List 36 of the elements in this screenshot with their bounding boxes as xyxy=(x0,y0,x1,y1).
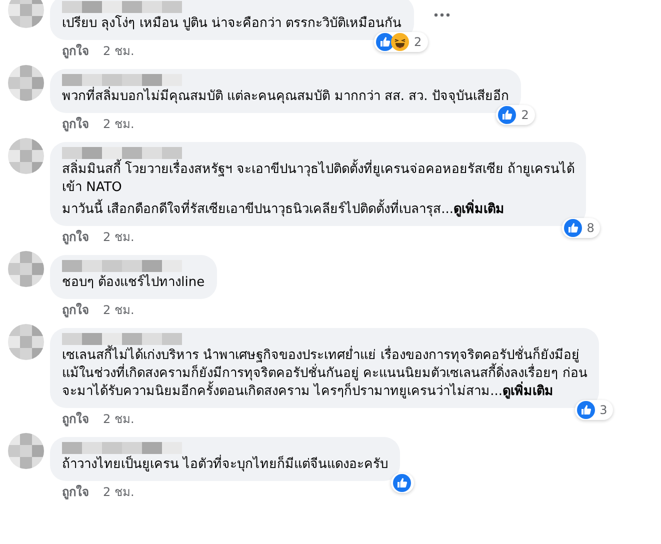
comment-time: 2 ชม. xyxy=(103,484,134,500)
comment-time: 2 ชม. xyxy=(103,229,134,245)
avatar-drawing xyxy=(8,433,44,469)
reaction-count: 3 xyxy=(600,403,608,417)
reaction-count: 8 xyxy=(586,221,594,235)
comment-time: 2 ชม. xyxy=(103,43,134,59)
comment-time: 2 ชม. xyxy=(103,302,134,318)
reaction-badge[interactable]: 2 xyxy=(496,105,535,125)
reaction-count: 2 xyxy=(414,35,422,49)
comment-text: ชอบๆ ต้องแชร์ไปทางline xyxy=(62,274,205,292)
avatar-drawing xyxy=(8,0,44,28)
comment-time: 2 ชม. xyxy=(103,411,134,427)
avatar-drawing xyxy=(8,138,44,174)
avatar-drawing xyxy=(8,324,44,360)
like-link[interactable]: ถูกใจ xyxy=(62,43,89,59)
comment-text: ถ้าวางไทยเป็นยูเครน ไอตัวที่จะบุกไทยก็มีแต่จีนแดงอะครับ xyxy=(62,456,388,474)
comment-time: 2 ชม. xyxy=(103,116,134,132)
like-link[interactable]: ถูกใจ xyxy=(62,484,89,500)
more-options-icon[interactable] xyxy=(434,13,450,17)
avatar-drawing xyxy=(8,65,44,101)
like-link[interactable]: ถูกใจ xyxy=(62,116,89,132)
comment-text: มาวันนี้ เสือกดือกดีใจที่รัสเซียเอาขีปนาวุธนิวเคลียร์ไปติดตั้งที่เบลารุส...ดูเพิ่มเติม xyxy=(62,201,574,219)
like-link[interactable]: ถูกใจ xyxy=(62,411,89,427)
comment-text: เปรียบ ลุงโง่ๆ เหมือน ปูติน น่าจะคือกว่า ตรรกะวิบัติเหมือนกัน xyxy=(62,15,402,33)
reaction-badge[interactable]: 8 xyxy=(562,218,600,238)
comment-text: พวกที่สลิ่มบอกไม่มีคุณสมบัติ แต่ละคนคุณสมบัติ มากกว่า สส. สว. ปัจจุบันเสียอีก xyxy=(62,88,509,106)
like-link[interactable]: ถูกใจ xyxy=(62,229,89,245)
comment-text: สลิ่มมินสกี้ โวยวายเรื่องสหรัฐฯ จะเอาขีปนาวุธไปติดตั้งที่ยูเครนจ่อคอหอยรัสเซีย ถ้ายูเครนได้ เข้า NATO xyxy=(62,161,574,197)
reaction-count: 2 xyxy=(521,108,529,122)
like-link[interactable]: ถูกใจ xyxy=(62,302,89,318)
reaction-badge[interactable]: 3 xyxy=(574,400,614,420)
reaction-badge[interactable]: 2 xyxy=(374,32,428,52)
avatar-drawing xyxy=(8,251,44,287)
see-more-link[interactable]: ดูเพิ่มเติม xyxy=(454,202,505,217)
see-more-link[interactable]: ดูเพิ่มเติม xyxy=(502,384,554,399)
comment-text: เซเลนสกี้ไม่ได้เก่งบริหาร นำพาเศษฐกิจของประเทศย่ำแย่ เรื่องของการทุจริตคอรัปชั่นก็ยังมีอยู่ แม้ในช่วงที่เกิดสงครามก็ยังมีการทุจริตคอรัปชั่นกันอยู่ คะแนนนิยมตัวเซเลนสกี้ดิ่งลงเรื่อยๆ ก่อน จะมาได้รับความนิยมอีกครั้งตอนเกิดสงคราม ไครๆก็ปรามาทยูเครนว่าไม่สาม...ดูเพิ่มเติม xyxy=(62,347,588,401)
